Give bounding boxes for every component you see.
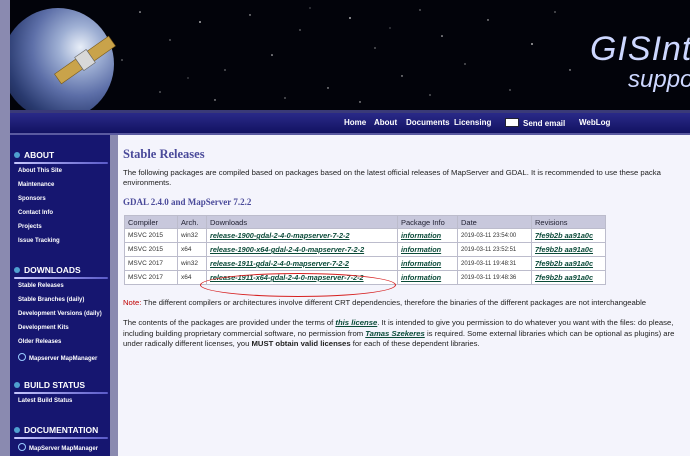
banner-border xyxy=(10,0,690,113)
page-title: Stable Releases xyxy=(123,147,205,161)
table-row: MSVC 2015 x64 release-1900-x64-gdal-2-4-… xyxy=(125,243,605,256)
cell-arch: x64 xyxy=(178,243,206,256)
bullet-icon xyxy=(14,382,20,388)
revision-link[interactable]: 7fe9b2b aa91a0c xyxy=(532,271,605,284)
sidebar-link-stable-branches[interactable]: Stable Branches (daily) xyxy=(18,297,84,303)
sidebar-link-latest-build-status[interactable]: Latest Build Status xyxy=(18,398,72,404)
cell-date: 2019-03-11 23:54:00 xyxy=(458,229,531,242)
revision-link[interactable]: 7fe9b2b aa91a0c xyxy=(532,257,605,270)
nav-send-email[interactable]: Send email xyxy=(505,118,565,128)
main-content: Stable Releases The following packages a… xyxy=(118,135,690,456)
bullet-icon xyxy=(14,267,20,273)
license-text-4: for each of these dependent libraries. xyxy=(350,339,480,348)
sidebar-link-development-versions[interactable]: Development Versions (daily) xyxy=(18,311,102,317)
sidebar-link-label: MapServer MapManager xyxy=(29,446,99,452)
sidebar-link-label: Mapserver MapManager xyxy=(29,356,98,362)
sidebar-link-contact-info[interactable]: Contact Info xyxy=(18,210,53,216)
sidebar-heading-label: DOWNLOADS xyxy=(24,265,81,275)
package-info-link[interactable]: information xyxy=(398,257,457,270)
sidebar-heading-documentation: DOCUMENTATION xyxy=(14,425,98,435)
sidebar-link-sponsors[interactable]: Sponsors xyxy=(18,196,46,202)
highlight-annotation xyxy=(200,273,396,297)
sidebar-link-docs-mapserver-mapmanager[interactable]: MapServer MapManager xyxy=(18,443,98,452)
sidebar-heading-build-status: BUILD STATUS xyxy=(14,380,85,390)
sidebar-heading-label: BUILD STATUS xyxy=(24,380,86,390)
nav-home[interactable]: Home xyxy=(344,118,366,127)
column-header-downloads: Downloads xyxy=(207,216,397,228)
nav-licensing[interactable]: Licensing xyxy=(454,118,491,127)
sidebar-heading-about: ABOUT xyxy=(14,150,54,160)
intro-text: The following packages are compiled base… xyxy=(123,168,661,187)
sidebar-heading-label: ABOUT xyxy=(24,150,55,160)
envelope-icon xyxy=(505,118,519,127)
cell-compiler: MSVC 2017 xyxy=(125,257,177,270)
sidebar-link-older-releases[interactable]: Older Releases xyxy=(18,339,61,345)
sidebar-link-mapserver-mapmanager[interactable]: Mapserver MapManager xyxy=(18,353,97,362)
releases-table: Compiler Arch. Downloads Package Info Da… xyxy=(124,215,606,285)
cell-compiler: MSVC 2015 xyxy=(125,243,177,256)
download-link[interactable]: release-1900-gdal-2-4-0-mapserver-7-2-2 xyxy=(207,229,397,242)
cell-date: 2019-03-11 23:52:51 xyxy=(458,243,531,256)
table-row: MSVC 2015 win32 release-1900-gdal-2-4-0-… xyxy=(125,229,605,242)
download-link[interactable]: release-1911-gdal-2-4-0-mapserver-7-2-2 xyxy=(207,257,397,270)
license-paragraph: The contents of the packages are provide… xyxy=(123,318,690,350)
column-header-package-info: Package Info xyxy=(398,216,457,228)
bullet-icon xyxy=(14,152,20,158)
sidebar-heading-downloads: DOWNLOADS xyxy=(14,265,81,275)
nav-weblog[interactable]: WebLog xyxy=(579,118,610,127)
site-banner: GISInte suppor xyxy=(10,0,690,113)
table-header-row: Compiler Arch. Downloads Package Info Da… xyxy=(125,216,605,228)
nav-about[interactable]: About xyxy=(374,118,397,127)
compatibility-note: Note: The different compilers or archite… xyxy=(123,298,646,307)
package-info-link[interactable]: information xyxy=(398,243,457,256)
section-subtitle: GDAL 2.4.0 and MapServer 7.2.2 xyxy=(123,197,252,207)
nav-documents[interactable]: Documents xyxy=(406,118,450,127)
globe-icon xyxy=(18,443,26,451)
cell-date: 2019-03-11 19:48:31 xyxy=(458,257,531,270)
globe-icon xyxy=(18,353,26,361)
sidebar-divider xyxy=(14,392,108,394)
sidebar-link-projects[interactable]: Projects xyxy=(18,224,42,230)
sidebar-heading-label: DOCUMENTATION xyxy=(24,425,99,435)
revision-link[interactable]: 7fe9b2b aa91a0c xyxy=(532,243,605,256)
cell-arch: win32 xyxy=(178,229,206,242)
top-navigation: Home About Documents Licensing Send emai… xyxy=(10,113,690,135)
sidebar-link-about-this-site[interactable]: About This Site xyxy=(18,168,62,174)
note-text: The different compilers or architectures… xyxy=(141,298,647,307)
sidebar-link-development-kits[interactable]: Development Kits xyxy=(18,325,69,331)
column-header-compiler: Compiler xyxy=(125,216,177,228)
package-info-link[interactable]: information xyxy=(398,271,457,284)
sidebar-link-stable-releases[interactable]: Stable Releases xyxy=(18,283,64,289)
nav-send-email-label: Send email xyxy=(523,119,566,128)
license-link[interactable]: this license xyxy=(335,318,377,327)
license-text-1: The contents of the packages are provide… xyxy=(123,318,336,327)
sidebar: ABOUT About This Site Maintenance Sponso… xyxy=(10,135,110,456)
license-emphasis: MUST obtain valid licenses xyxy=(251,339,351,348)
table-row: MSVC 2017 win32 release-1911-gdal-2-4-0-… xyxy=(125,257,605,270)
sidebar-link-maintenance[interactable]: Maintenance xyxy=(18,182,54,188)
sidebar-divider xyxy=(14,162,108,164)
column-header-revisions: Revisions xyxy=(532,216,605,228)
sidebar-link-issue-tracking[interactable]: Issue Tracking xyxy=(18,238,60,244)
author-link[interactable]: Tamas Szekeres xyxy=(365,329,425,338)
revision-link[interactable]: 7fe9b2b aa91a0c xyxy=(532,229,605,242)
bullet-icon xyxy=(14,427,20,433)
note-label: Note: xyxy=(123,298,142,307)
cell-compiler: MSVC 2015 xyxy=(125,229,177,242)
cell-date: 2019-03-11 19:48:36 xyxy=(458,271,531,284)
sidebar-divider xyxy=(14,277,108,279)
cell-arch: win32 xyxy=(178,257,206,270)
sidebar-divider xyxy=(14,437,108,439)
column-header-arch: Arch. xyxy=(178,216,206,228)
cell-compiler: MSVC 2017 xyxy=(125,271,177,284)
package-info-link[interactable]: information xyxy=(398,229,457,242)
column-header-date: Date xyxy=(458,216,531,228)
download-link[interactable]: release-1900-x64-gdal-2-4-0-mapserver-7-… xyxy=(207,243,397,256)
